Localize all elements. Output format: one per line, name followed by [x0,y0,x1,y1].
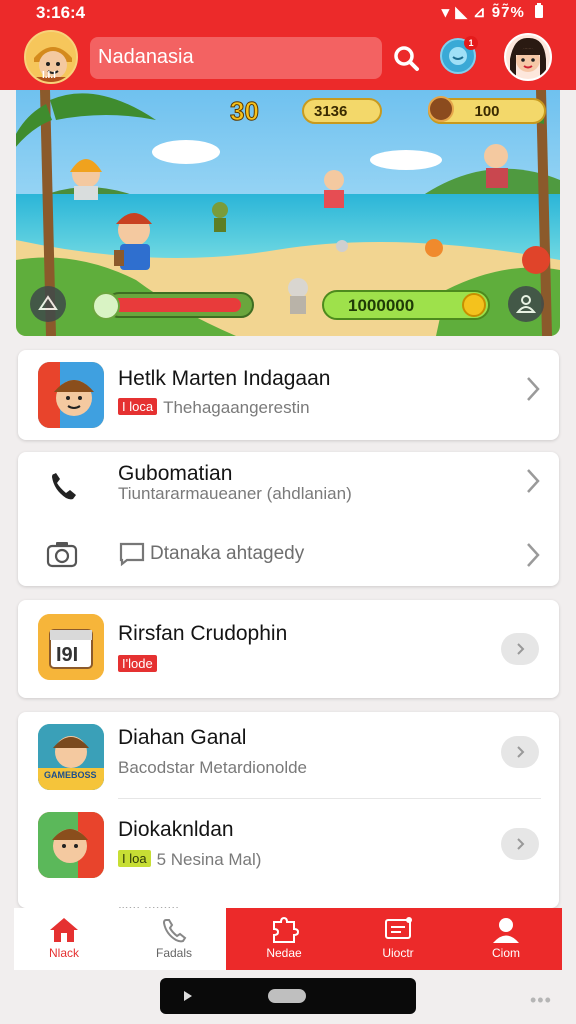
message-icon [385,917,412,939]
game-icon: GAMEBOSS [38,724,104,790]
card-title: Diahan Ganal [118,726,247,749]
nav-item-games[interactable]: Nedae [244,908,324,970]
gem-value: 100 [474,103,500,120]
chevron-right-icon [527,543,540,567]
contact-title: Gubomatian [118,462,233,485]
card-tag: I loca [118,398,158,415]
camera-row[interactable]: Dtanaka ahtagedy [18,520,559,586]
camera-icon [46,542,78,568]
status-time: 3:16:4 [36,3,86,22]
bottom-navigation: Nlack Fadals Nedae Uioctr Ciom [14,908,562,970]
nav-label: Ciom [491,946,520,960]
search-icon [394,46,419,71]
level-display: 30 [230,96,260,127]
nav-item-profile[interactable]: Ciom [466,908,546,970]
chevron-right-icon [527,469,540,493]
game-icon [38,362,104,428]
card-subtitle: I loca Thehagaangerestin [118,398,310,418]
gem-icon [428,96,454,122]
left-action-button[interactable] [30,286,66,322]
notification-badge: 1 [464,36,478,50]
nav-label: Nedae [266,946,302,960]
contact-subtitle: Tiuntararmaueaner (ahdlanian) [118,484,352,503]
card-tag: I'lode [118,655,157,672]
app-bar: 3:16:4 ▾ ◣ ⊿ 9̃7̃% I.I.I Nadanasia 1 [0,0,576,90]
profile-avatar-icon [506,35,550,79]
nav-item-home[interactable]: Nlack [24,908,104,970]
open-button[interactable] [501,736,539,768]
person-outline-icon [515,295,537,313]
more-dots-icon[interactable]: ••• [530,990,552,1011]
score-value: 3136 [314,103,348,120]
contact-card: Gubomatian Tiuntararmaueaner (ahdlanian)… [18,452,559,586]
health-bar-fill [112,298,241,312]
open-button[interactable] [501,633,539,665]
phone-outline-icon [162,919,187,943]
score-counter: 3136 [302,98,382,124]
game-avatar-button[interactable]: I.I.I [24,30,78,84]
level-value: 30 [230,96,260,127]
calendar-game-icon: I9I [38,614,104,680]
coin-icon [462,293,486,317]
card-title: Hetlk Marten Indagaan [118,367,331,390]
home-gesture-handle[interactable] [268,989,306,1003]
contact-row[interactable]: Gubomatian Tiuntararmaueaner (ahdlanian) [18,452,559,518]
game-list-card: GAMEBOSS Diahan Ganal Bacodstar Metardio… [18,712,559,920]
game-banner[interactable]: 30 3136 100 1000000 [16,90,560,336]
search-input[interactable]: Nadanasia [90,37,382,79]
game-list-item[interactable]: Diokaknldan I loa 5 Nesina Mal) [18,808,559,898]
home-icon [50,918,78,942]
card-subtitle: Bacodstar Metardionolde [118,758,308,777]
nav-item-messages[interactable]: Uioctr [358,908,438,970]
card-title: Diokaknldan [118,818,234,841]
nav-label: Fadals [155,946,193,960]
game-icon [38,812,104,878]
game-card[interactable]: I9I Rirsfan Crudophin I'lode [18,600,559,698]
open-button[interactable] [501,828,539,860]
search-button[interactable] [390,40,422,76]
right-action-button[interactable] [508,286,544,322]
game-card[interactable]: Hetlk Marten Indagaan I loca Thehagaanger… [18,350,559,440]
card-subtitle: I loa 5 Nesina Mal) [118,850,261,870]
status-indicators: ▾ ◣ ⊿ 9̃7̃% [442,3,544,21]
battery-icon [535,3,543,18]
game-list-item[interactable]: GAMEBOSS Diahan Ganal Bacodstar Metardio… [18,712,559,798]
puzzle-icon [273,916,300,943]
triangle-icon [38,295,58,310]
chevron-right-icon [527,377,540,401]
notifications-button[interactable]: 1 [440,36,478,74]
chevron-right-small-icon [517,746,525,758]
icon-label: I9I [56,644,79,666]
camera-row-label: Dtanaka ahtagedy [150,543,305,564]
system-navigation-bar [160,978,416,1014]
coin-counter: 1000000 [322,290,490,320]
divider [118,798,541,799]
avatar-label: I.I.I [42,70,56,81]
card-title: Rirsfan Crudophin [118,622,288,645]
nav-label: Uioctr [382,946,414,960]
chevron-right-small-icon [517,643,525,655]
phone-icon [52,473,76,500]
profile-avatar[interactable] [504,33,552,81]
health-bar [106,292,254,318]
icon-label: GAMEBOSS [44,770,97,780]
back-icon[interactable] [184,991,192,1001]
chevron-right-small-icon [517,838,525,850]
card-subtitle: I'lode [118,655,163,675]
nav-label: Nlack [48,946,79,960]
card-tag: I loa [118,850,151,867]
coin-value: 1000000 [348,296,415,315]
person-icon [493,918,519,943]
nav-item-calls[interactable]: Fadals [134,908,214,970]
status-bar: 3:16:4 ▾ ◣ ⊿ 9̃7̃% [0,0,576,26]
health-icon [92,292,120,320]
message-square-icon [119,542,145,567]
